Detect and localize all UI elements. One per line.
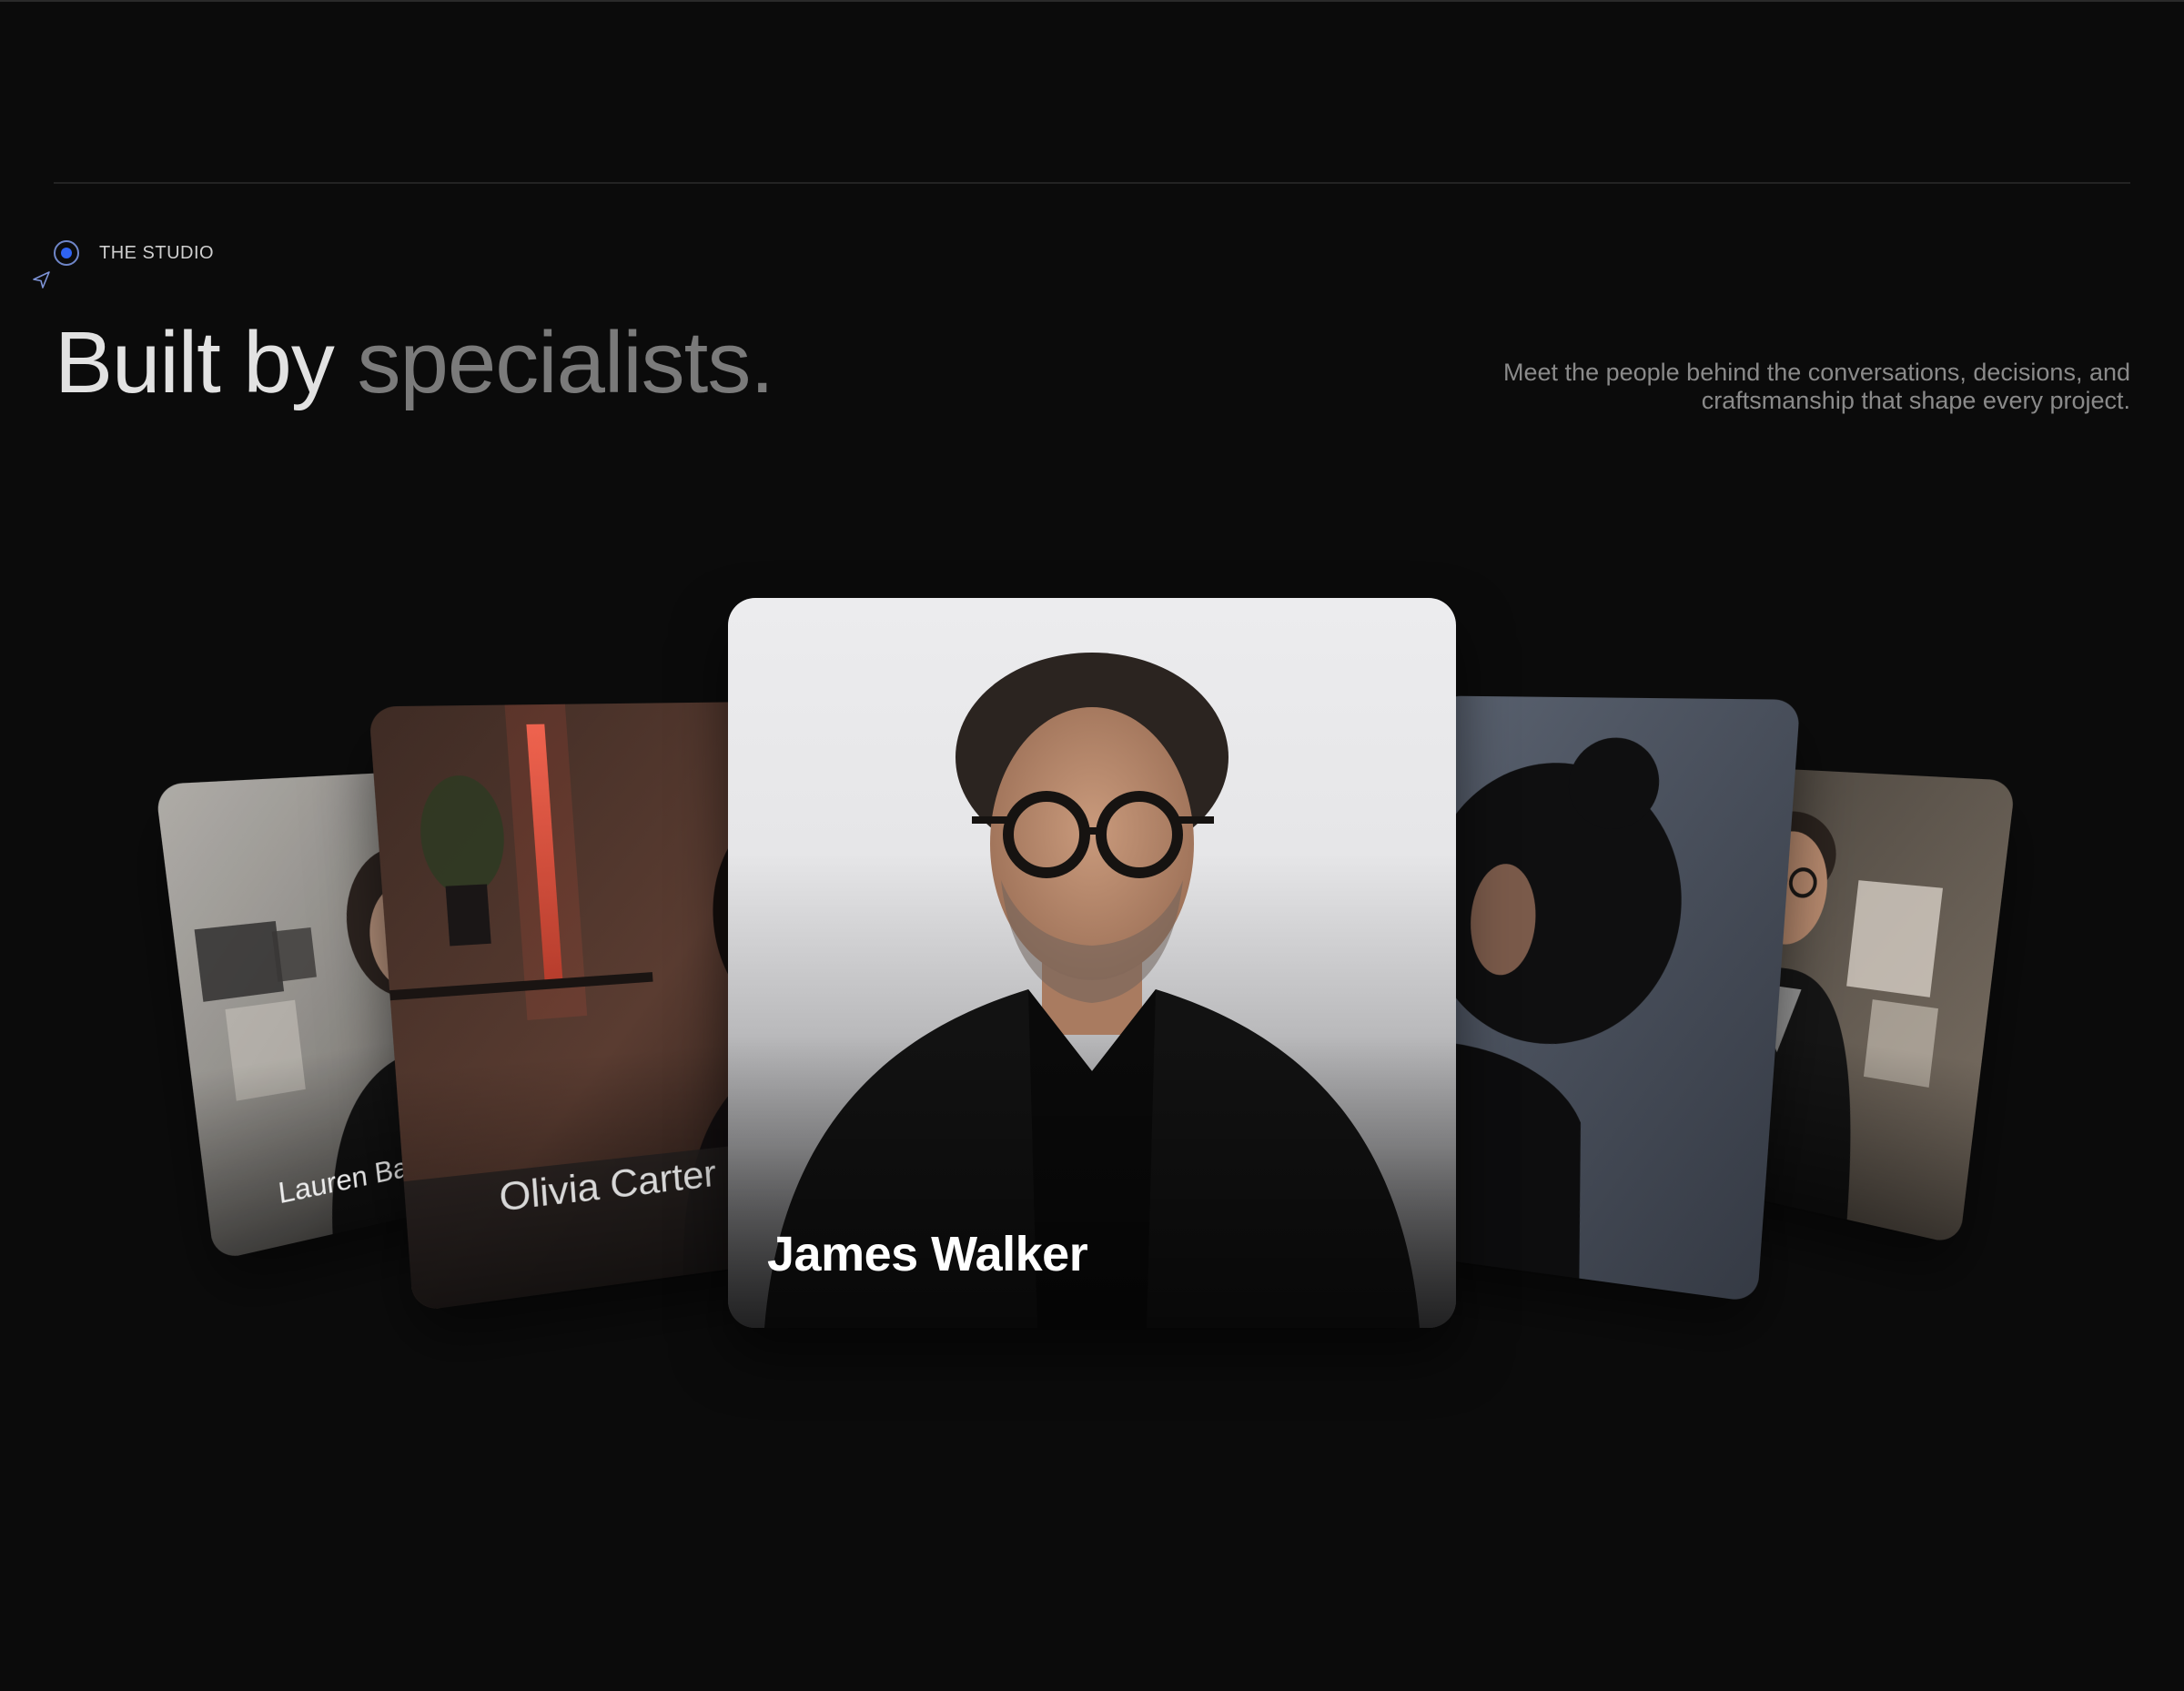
cursor-arrow-icon	[33, 271, 50, 289]
portrait-photo-icon	[1400, 695, 1801, 1303]
section-eyebrow: THE STUDIO	[54, 238, 214, 268]
section-divider	[54, 182, 2130, 184]
team-member-name: James Walker	[767, 1227, 1088, 1281]
card-gradient	[728, 1036, 1456, 1328]
top-edge-line	[0, 0, 2184, 2]
team-card-james-walker[interactable]: James Walker	[728, 598, 1456, 1328]
page-title: Built by specialists.	[55, 315, 774, 411]
team-card-member-4[interactable]	[1400, 695, 1801, 1303]
section-description: Meet the people behind the conversations…	[1503, 359, 2130, 414]
eyebrow-label: THE STUDIO	[99, 242, 215, 263]
headline-primary: Built by	[55, 314, 335, 411]
radio-dot-icon	[54, 240, 79, 266]
headline-secondary: specialists.	[357, 314, 774, 411]
